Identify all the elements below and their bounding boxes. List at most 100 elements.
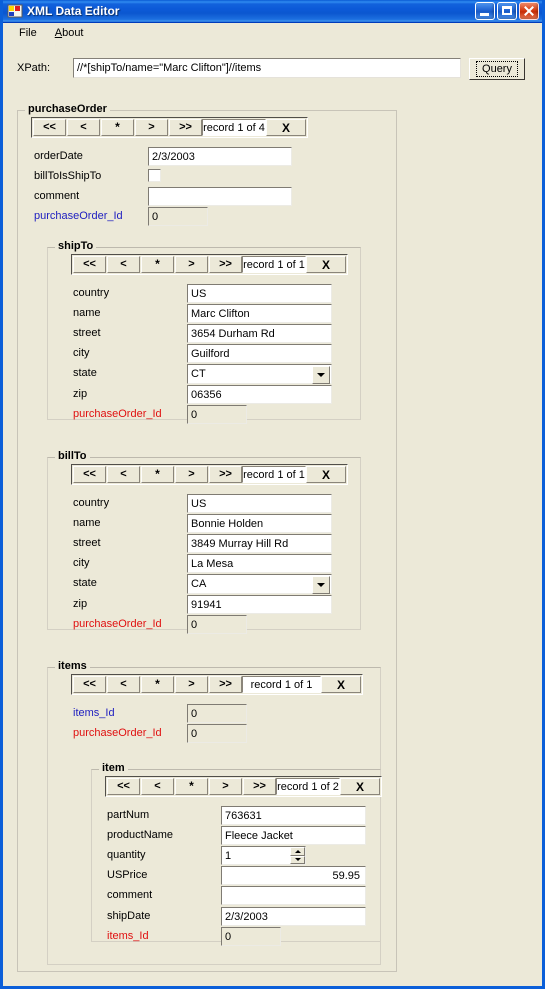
nav-delete-button[interactable]: X (321, 676, 361, 693)
nav-next-button[interactable]: > (175, 676, 208, 693)
group-items: items << < * > >> record 1 of 1 X items_… (47, 660, 382, 965)
input-city[interactable]: Guilford (187, 344, 332, 363)
close-icon[interactable] (519, 2, 539, 20)
input-purchaseOrder-Id[interactable]: 0 (187, 405, 247, 424)
input-country[interactable]: US (187, 494, 332, 513)
input-zip[interactable]: 06356 (187, 385, 332, 404)
nav-toolbar-purchaseOrder: << < * > >> record 1 of 4 X (31, 117, 308, 138)
input-orderDate[interactable]: 2/3/2003 (148, 147, 292, 166)
nav-toolbar-shipTo: << < * > >> record 1 of 1 X (71, 254, 348, 275)
combo-state[interactable]: CA (187, 574, 332, 594)
spinner-up-icon[interactable] (290, 847, 305, 856)
minimize-icon[interactable] (475, 2, 495, 20)
input-purchaseOrder-Id[interactable]: 0 (148, 207, 208, 226)
chevron-down-icon[interactable] (312, 366, 330, 384)
label-items-Id: items_Id (107, 930, 149, 942)
menu-item-file[interactable]: File (11, 25, 45, 41)
nav-first-button[interactable]: << (33, 119, 66, 136)
label-zip: zip (73, 388, 88, 400)
nav-prev-button[interactable]: < (67, 119, 100, 136)
nav-first-button[interactable]: << (73, 256, 106, 273)
nav-new-button[interactable]: * (141, 466, 174, 483)
combo-state[interactable]: CT (187, 364, 332, 384)
query-button[interactable]: Query (469, 58, 525, 80)
nav-first-button[interactable]: << (107, 778, 140, 795)
maximize-icon[interactable] (497, 2, 517, 20)
nav-toolbar-items: << < * > >> record 1 of 1 X (71, 674, 363, 695)
spinner-down-icon[interactable] (290, 855, 305, 864)
label-comment: comment (34, 190, 80, 202)
label-purchaseOrder-Id: purchaseOrder_Id (73, 727, 162, 739)
nav-next-button[interactable]: > (135, 119, 168, 136)
input-purchaseOrder-Id[interactable]: 0 (187, 724, 247, 743)
input-productName[interactable]: Fleece Jacket (221, 826, 366, 845)
nav-record-indicator: record 1 of 2 (276, 778, 340, 795)
label-zip: zip (73, 598, 88, 610)
nav-delete-button[interactable]: X (340, 778, 380, 795)
chevron-down-icon[interactable] (312, 576, 330, 594)
label-purchaseOrder-Id: purchaseOrder_Id (34, 210, 123, 222)
label-shipDate: shipDate (107, 910, 151, 922)
input-partNum[interactable]: 763631 (221, 806, 366, 825)
menu-item-about[interactable]: About (47, 25, 92, 41)
combo-state-value: CA (191, 578, 207, 590)
input-items-Id[interactable]: 0 (187, 704, 247, 723)
input-purchaseOrder-Id[interactable]: 0 (187, 615, 247, 634)
nav-first-button[interactable]: << (73, 676, 106, 693)
nav-last-button[interactable]: >> (209, 676, 242, 693)
nav-new-button[interactable]: * (141, 256, 174, 273)
input-country[interactable]: US (187, 284, 332, 303)
label-country: country (73, 287, 110, 299)
label-country: country (73, 497, 110, 509)
nav-last-button[interactable]: >> (209, 256, 242, 273)
nav-prev-button[interactable]: < (141, 778, 174, 795)
input-name[interactable]: Marc Clifton (187, 304, 332, 323)
group-title-purchaseOrder: purchaseOrder (25, 103, 110, 115)
xpath-input[interactable]: //*[shipTo/name="Marc Clifton"]//items (73, 58, 461, 78)
menu-bar: File About (3, 23, 542, 43)
input-items-Id[interactable]: 0 (221, 927, 281, 946)
nav-toolbar-billTo: << < * > >> record 1 of 1 X (71, 464, 348, 485)
nav-prev-button[interactable]: < (107, 256, 140, 273)
input-name[interactable]: Bonnie Holden (187, 514, 332, 533)
app-window-icon (7, 3, 23, 19)
input-USPrice[interactable]: 59.95 (221, 866, 366, 885)
nav-next-button[interactable]: > (175, 466, 208, 483)
title-bar: XML Data Editor (3, 0, 542, 23)
nav-prev-button[interactable]: < (107, 466, 140, 483)
nav-next-button[interactable]: > (209, 778, 242, 795)
checkbox-billToIsShipTo[interactable] (148, 169, 161, 182)
nav-last-button[interactable]: >> (243, 778, 276, 795)
label-partNum: partNum (107, 809, 150, 821)
input-city[interactable]: La Mesa (187, 554, 332, 573)
label-state: state (73, 367, 97, 379)
label-street: street (73, 327, 101, 339)
label-productName: productName (107, 829, 174, 841)
label-state: state (73, 577, 97, 589)
input-street[interactable]: 3654 Durham Rd (187, 324, 332, 343)
label-orderDate: orderDate (34, 150, 83, 162)
label-name: name (73, 517, 101, 529)
nav-delete-button[interactable]: X (306, 466, 346, 483)
nav-delete-button[interactable]: X (266, 119, 306, 136)
nav-new-button[interactable]: * (101, 119, 134, 136)
group-title-billTo: billTo (55, 450, 90, 462)
spinner-quantity[interactable]: 1 (221, 846, 306, 865)
group-billTo: billTo << < * > >> record 1 of 1 X count… (47, 450, 361, 634)
nav-delete-button[interactable]: X (306, 256, 346, 273)
label-comment: comment (107, 889, 153, 901)
input-comment[interactable] (148, 187, 292, 206)
input-comment[interactable] (221, 886, 366, 905)
nav-first-button[interactable]: << (73, 466, 106, 483)
nav-last-button[interactable]: >> (169, 119, 202, 136)
nav-new-button[interactable]: * (141, 676, 174, 693)
nav-last-button[interactable]: >> (209, 466, 242, 483)
nav-prev-button[interactable]: < (107, 676, 140, 693)
label-name: name (73, 307, 101, 319)
spinner-quantity-buttons (290, 847, 305, 864)
input-zip[interactable]: 91941 (187, 595, 332, 614)
input-shipDate[interactable]: 2/3/2003 (221, 907, 366, 926)
nav-new-button[interactable]: * (175, 778, 208, 795)
input-street[interactable]: 3849 Murray Hill Rd (187, 534, 332, 553)
nav-next-button[interactable]: > (175, 256, 208, 273)
